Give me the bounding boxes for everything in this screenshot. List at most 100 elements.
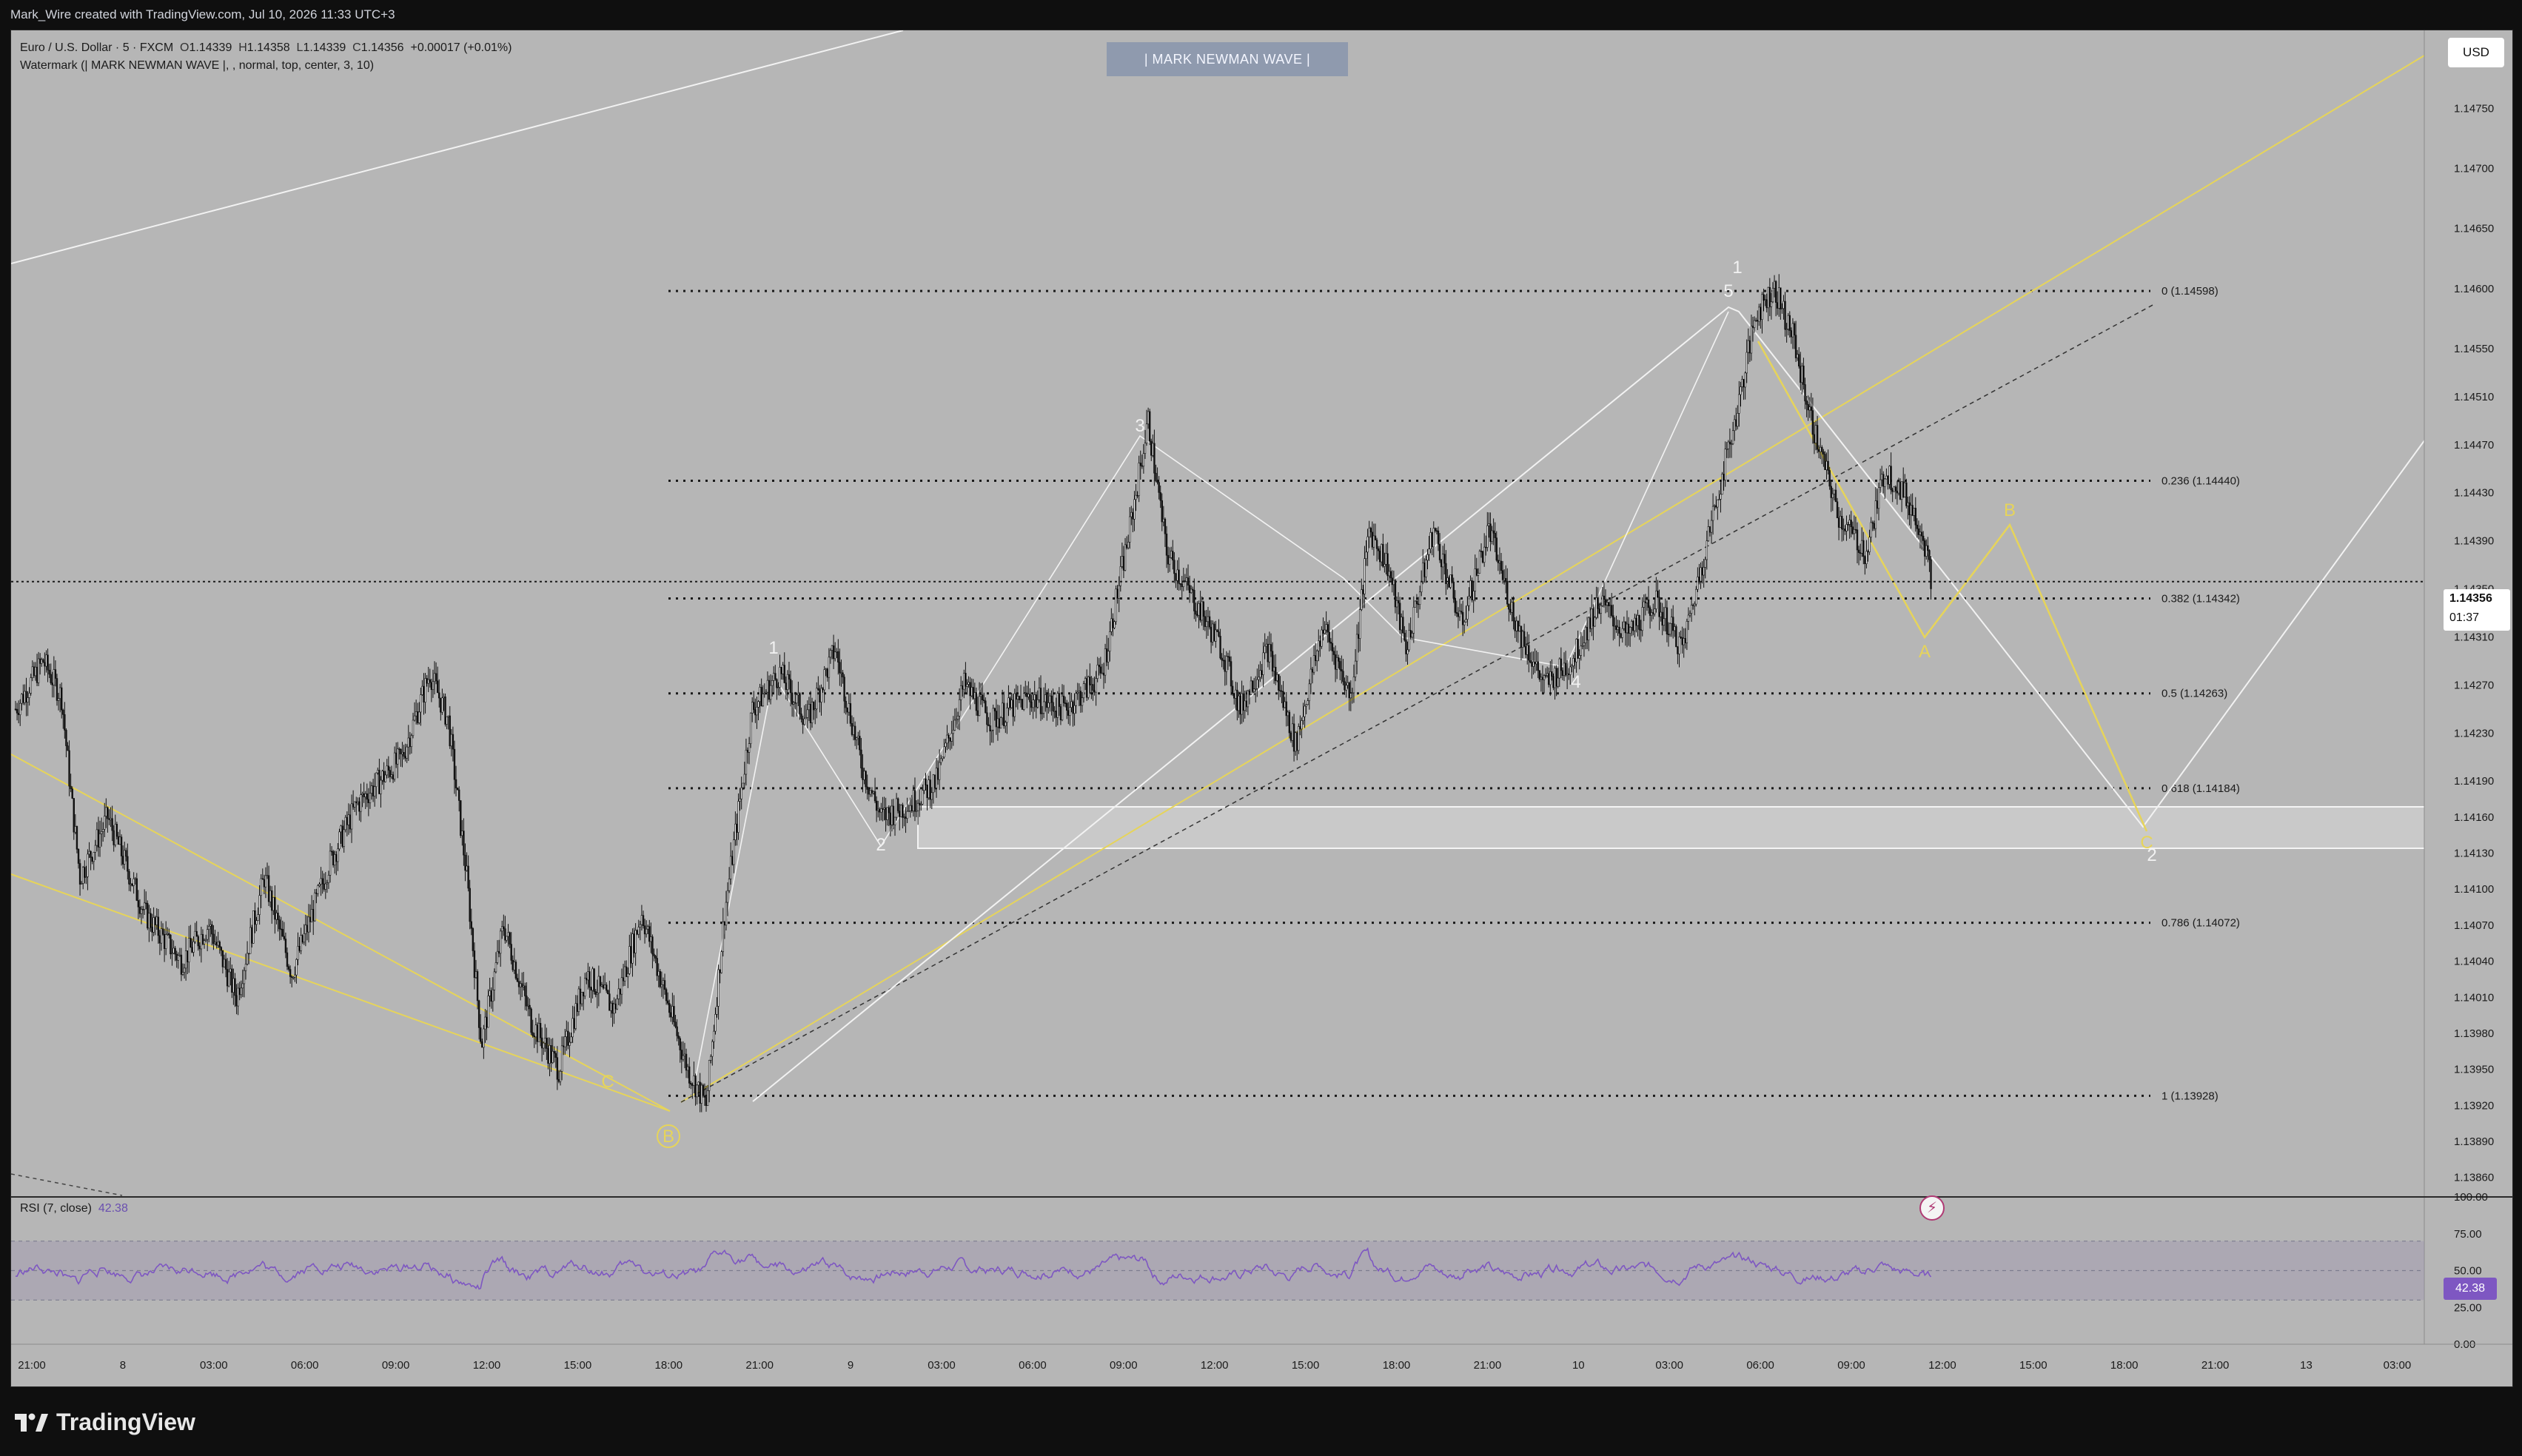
candle-body (677, 1036, 680, 1039)
candle-body (427, 679, 429, 684)
candle-body (1864, 556, 1866, 564)
candle-body (1440, 560, 1443, 568)
candle-body (976, 710, 979, 717)
candle-body (1641, 607, 1643, 631)
candle-body (1649, 607, 1651, 616)
candle-body (1259, 670, 1261, 678)
candle-body (386, 765, 388, 776)
candle-body (817, 688, 819, 691)
candle-body (1215, 629, 1217, 642)
support-zone[interactable] (917, 806, 2429, 849)
candle-body (1868, 537, 1871, 552)
candle-body (330, 851, 333, 853)
tradingview-logo[interactable]: TradingView (13, 1405, 195, 1439)
candle-body (147, 903, 149, 929)
candle-body (1428, 548, 1430, 555)
candle-body (241, 983, 244, 989)
candle-body (973, 692, 976, 700)
candle-body (1717, 499, 1719, 508)
symbol-legend-row: Euro / U.S. Dollar · 5 · FXCM O1.14339 H… (20, 39, 512, 57)
candle-body (263, 879, 266, 888)
candle-body (1026, 692, 1028, 697)
price-axis[interactable]: 1.148001.147501.147001.146501.146001.145… (2424, 30, 2512, 1344)
chart-svg[interactable]: 0 (1.14598) 0.236 (1.14440) 0.382 (1.14342… (11, 30, 2512, 1386)
fib-level-label: 0 (1.14598) (2162, 285, 2219, 298)
candle-body (1152, 443, 1154, 456)
candle-body (1831, 493, 1834, 498)
candle-body (631, 933, 634, 964)
candle-body (272, 896, 275, 911)
candle-body (1454, 598, 1456, 613)
candle-body (223, 959, 226, 967)
candle-body (916, 802, 919, 811)
symbol-title[interactable]: Euro / U.S. Dollar · 5 · FXCM (20, 41, 173, 54)
candle-body (85, 876, 87, 878)
candle-body (1039, 688, 1042, 714)
candle-body (274, 896, 276, 920)
candle-body (1070, 701, 1073, 708)
candle-body (1268, 644, 1271, 662)
candle-body (62, 709, 64, 715)
candle-body (130, 883, 132, 885)
candle-body (1632, 620, 1634, 631)
watermark-study-row[interactable]: Watermark (| MARK NEWMAN WAVE |, , norma… (20, 57, 512, 75)
candle-body (1535, 661, 1537, 665)
support-zone-box[interactable] (917, 806, 2429, 849)
candle-body (1684, 638, 1686, 644)
candle-body (1727, 441, 1730, 449)
candle-body (952, 730, 955, 734)
candle-body (338, 831, 341, 850)
candle-body (476, 971, 479, 1002)
candle-body (1256, 679, 1258, 689)
candle-body (372, 785, 375, 796)
candle-body (1042, 701, 1045, 714)
candle-body (1930, 559, 1932, 589)
candle-body (343, 829, 345, 847)
candle-body (1348, 682, 1350, 699)
candle-body (1195, 611, 1197, 615)
candle-body (1566, 673, 1569, 676)
candle-body (617, 988, 620, 999)
candle-body (84, 867, 86, 878)
candle-body (1741, 379, 1743, 387)
candle-body (286, 952, 289, 967)
candle-body (227, 971, 230, 987)
candle-body (1458, 611, 1461, 617)
candle-body (1445, 563, 1447, 584)
candle-body (1920, 531, 1923, 537)
close-label: C (352, 41, 361, 54)
candle-body (1916, 524, 1919, 529)
candle-body (195, 930, 198, 937)
candle-body (88, 851, 90, 855)
candle-body (1003, 702, 1005, 726)
candle-body (161, 928, 164, 935)
alert-icon[interactable]: ⚡ (1919, 1195, 1945, 1221)
price-tick-label: 1.14270 (2454, 679, 2494, 691)
candle-body (602, 984, 605, 989)
candle-body (1349, 693, 1352, 699)
candle-body (1787, 315, 1789, 329)
candle-body (1481, 551, 1484, 563)
candle-body (737, 801, 740, 833)
candle-body (1052, 702, 1054, 711)
chart-container[interactable]: 0 (1.14598) 0.236 (1.14440) 0.382 (1.14342… (10, 30, 2513, 1387)
candle-body (1500, 560, 1503, 571)
candle-body (1740, 386, 1742, 395)
price-tick-label: 1.14750 (2454, 102, 2494, 115)
candle-body (523, 985, 525, 987)
candle-body (620, 977, 623, 995)
candle-body (1058, 693, 1061, 707)
candle-body (696, 1084, 698, 1098)
candle-body (829, 650, 832, 658)
candle-body (742, 782, 744, 788)
last-price-badge[interactable]: 1.14356 01:37 (2444, 589, 2510, 631)
candle-body (1403, 632, 1406, 641)
rsi-title[interactable]: RSI (7, close) (20, 1202, 92, 1215)
candle-body (1438, 543, 1441, 560)
candle-body (596, 993, 598, 995)
currency-button[interactable]: USD (2448, 38, 2504, 67)
candle-body (56, 678, 58, 701)
candle-body (1429, 532, 1432, 549)
candle-body (720, 951, 722, 973)
candle-body (946, 734, 948, 744)
